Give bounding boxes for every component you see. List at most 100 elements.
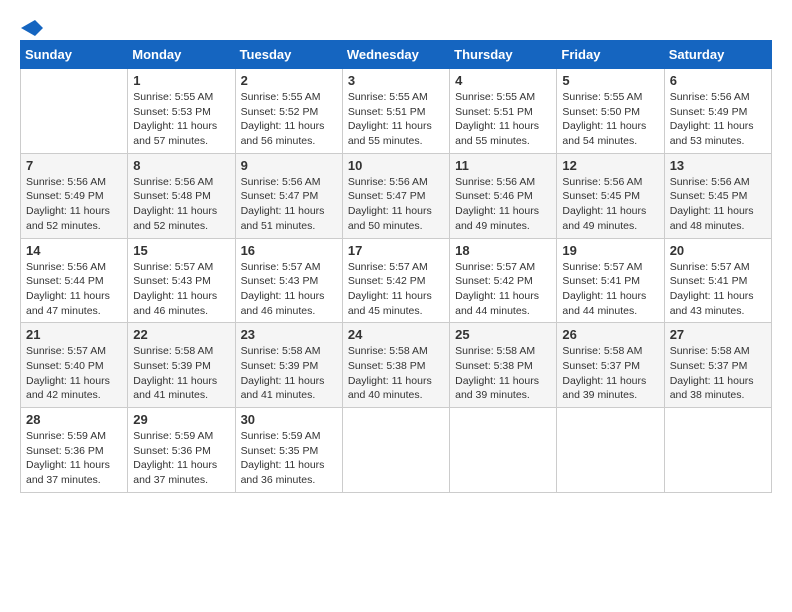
calendar-cell: 24Sunrise: 5:58 AMSunset: 5:38 PMDayligh… — [342, 323, 449, 408]
cell-content: Sunrise: 5:55 AMSunset: 5:52 PMDaylight:… — [241, 90, 337, 149]
cell-content: Sunrise: 5:59 AMSunset: 5:36 PMDaylight:… — [133, 429, 229, 488]
calendar-cell: 23 Sunrise: 5:58 AMSunset: 5:39 PMDayligh… — [235, 323, 342, 408]
cell-content: Sunrise: 5:58 AMSunset: 5:39 PMDaylight:… — [133, 344, 229, 403]
day-number: 30 — [241, 412, 337, 427]
day-number: 28 — [26, 412, 122, 427]
cell-content: Sunrise: 5:56 AMSunset: 5:47 PMDaylight:… — [348, 175, 444, 234]
calendar-cell: 7 Sunrise: 5:56 AMSunset: 5:49 PMDaylight… — [21, 153, 128, 238]
logo — [20, 20, 44, 30]
cell-content: Sunrise: 5:56 AMSunset: 5:49 PMDaylight:… — [670, 90, 766, 149]
calendar-cell: 17 Sunrise: 5:57 AMSunset: 5:42 PMDayligh… — [342, 238, 449, 323]
calendar-table: SundayMondayTuesdayWednesdayThursdayFrid… — [20, 40, 772, 493]
day-number: 27 — [670, 327, 766, 342]
cell-content: Sunrise: 5:57 AMSunset: 5:42 PMDaylight:… — [455, 260, 551, 319]
day-number: 29 — [133, 412, 229, 427]
calendar-cell: 11Sunrise: 5:56 AMSunset: 5:46 PMDayligh… — [450, 153, 557, 238]
day-number: 25 — [455, 327, 551, 342]
calendar-cell: 25 Sunrise: 5:58 AMSunset: 5:38 PMDayligh… — [450, 323, 557, 408]
calendar-cell: 30Sunrise: 5:59 AMSunset: 5:35 PMDayligh… — [235, 408, 342, 493]
day-number: 24 — [348, 327, 444, 342]
cell-content: Sunrise: 5:56 AMSunset: 5:44 PMDaylight:… — [26, 260, 122, 319]
cell-content: Sunrise: 5:55 AMSunset: 5:50 PMDaylight:… — [562, 90, 658, 149]
weekday-header-friday: Friday — [557, 41, 664, 69]
page-header — [20, 20, 772, 30]
day-number: 1 — [133, 73, 229, 88]
day-number: 7 — [26, 158, 122, 173]
day-number: 2 — [241, 73, 337, 88]
day-number: 22 — [133, 327, 229, 342]
calendar-cell: 4 Sunrise: 5:55 AMSunset: 5:51 PMDaylight… — [450, 69, 557, 154]
calendar-cell: 15 Sunrise: 5:57 AMSunset: 5:43 PMDayligh… — [128, 238, 235, 323]
cell-content: Sunrise: 5:59 AMSunset: 5:36 PMDaylight:… — [26, 429, 122, 488]
calendar-cell: 20Sunrise: 5:57 AMSunset: 5:41 PMDayligh… — [664, 238, 771, 323]
cell-content: Sunrise: 5:56 AMSunset: 5:47 PMDaylight:… — [241, 175, 337, 234]
calendar-cell — [664, 408, 771, 493]
day-number: 16 — [241, 243, 337, 258]
calendar-cell: 2 Sunrise: 5:55 AMSunset: 5:52 PMDaylight… — [235, 69, 342, 154]
calendar-cell — [342, 408, 449, 493]
calendar-cell: 10 Sunrise: 5:56 AMSunset: 5:47 PMDayligh… — [342, 153, 449, 238]
day-number: 14 — [26, 243, 122, 258]
cell-content: Sunrise: 5:57 AMSunset: 5:41 PMDaylight:… — [562, 260, 658, 319]
day-number: 26 — [562, 327, 658, 342]
day-number: 17 — [348, 243, 444, 258]
calendar-cell: 16Sunrise: 5:57 AMSunset: 5:43 PMDayligh… — [235, 238, 342, 323]
calendar-week-row: 21Sunrise: 5:57 AMSunset: 5:40 PMDayligh… — [21, 323, 772, 408]
weekday-header-sunday: Sunday — [21, 41, 128, 69]
cell-content: Sunrise: 5:58 AMSunset: 5:38 PMDaylight:… — [455, 344, 551, 403]
calendar-cell: 18 Sunrise: 5:57 AMSunset: 5:42 PMDayligh… — [450, 238, 557, 323]
cell-content: Sunrise: 5:57 AMSunset: 5:40 PMDaylight:… — [26, 344, 122, 403]
day-number: 9 — [241, 158, 337, 173]
calendar-week-row: 14 Sunrise: 5:56 AMSunset: 5:44 PMDayligh… — [21, 238, 772, 323]
cell-content: Sunrise: 5:58 AMSunset: 5:39 PMDaylight:… — [241, 344, 337, 403]
calendar-cell: 26 Sunrise: 5:58 AMSunset: 5:37 PMDayligh… — [557, 323, 664, 408]
calendar-cell: 12Sunrise: 5:56 AMSunset: 5:45 PMDayligh… — [557, 153, 664, 238]
cell-content: Sunrise: 5:55 AMSunset: 5:53 PMDaylight:… — [133, 90, 229, 149]
cell-content: Sunrise: 5:56 AMSunset: 5:48 PMDaylight:… — [133, 175, 229, 234]
calendar-cell: 28 Sunrise: 5:59 AMSunset: 5:36 PMDayligh… — [21, 408, 128, 493]
calendar-cell: 27Sunrise: 5:58 AMSunset: 5:37 PMDayligh… — [664, 323, 771, 408]
day-number: 6 — [670, 73, 766, 88]
cell-content: Sunrise: 5:57 AMSunset: 5:41 PMDaylight:… — [670, 260, 766, 319]
cell-content: Sunrise: 5:55 AMSunset: 5:51 PMDaylight:… — [455, 90, 551, 149]
day-number: 23 — [241, 327, 337, 342]
day-number: 5 — [562, 73, 658, 88]
weekday-header-row: SundayMondayTuesdayWednesdayThursdayFrid… — [21, 41, 772, 69]
day-number: 15 — [133, 243, 229, 258]
cell-content: Sunrise: 5:58 AMSunset: 5:37 PMDaylight:… — [562, 344, 658, 403]
calendar-week-row: 1 Sunrise: 5:55 AMSunset: 5:53 PMDaylight… — [21, 69, 772, 154]
calendar-cell: 29 Sunrise: 5:59 AMSunset: 5:36 PMDayligh… — [128, 408, 235, 493]
cell-content: Sunrise: 5:57 AMSunset: 5:42 PMDaylight:… — [348, 260, 444, 319]
day-number: 19 — [562, 243, 658, 258]
calendar-cell: 8 Sunrise: 5:56 AMSunset: 5:48 PMDaylight… — [128, 153, 235, 238]
day-number: 10 — [348, 158, 444, 173]
calendar-cell: 3 Sunrise: 5:55 AMSunset: 5:51 PMDaylight… — [342, 69, 449, 154]
weekday-header-thursday: Thursday — [450, 41, 557, 69]
calendar-cell: 22 Sunrise: 5:58 AMSunset: 5:39 PMDayligh… — [128, 323, 235, 408]
weekday-header-wednesday: Wednesday — [342, 41, 449, 69]
logo-bird-icon — [21, 20, 43, 36]
cell-content: Sunrise: 5:56 AMSunset: 5:45 PMDaylight:… — [670, 175, 766, 234]
day-number: 12 — [562, 158, 658, 173]
cell-content: Sunrise: 5:55 AMSunset: 5:51 PMDaylight:… — [348, 90, 444, 149]
weekday-header-monday: Monday — [128, 41, 235, 69]
calendar-cell: 19 Sunrise: 5:57 AMSunset: 5:41 PMDayligh… — [557, 238, 664, 323]
calendar-cell: 14 Sunrise: 5:56 AMSunset: 5:44 PMDayligh… — [21, 238, 128, 323]
day-number: 8 — [133, 158, 229, 173]
calendar-cell: 9 Sunrise: 5:56 AMSunset: 5:47 PMDaylight… — [235, 153, 342, 238]
day-number: 3 — [348, 73, 444, 88]
day-number: 11 — [455, 158, 551, 173]
day-number: 4 — [455, 73, 551, 88]
cell-content: Sunrise: 5:57 AMSunset: 5:43 PMDaylight:… — [133, 260, 229, 319]
calendar-cell: 21Sunrise: 5:57 AMSunset: 5:40 PMDayligh… — [21, 323, 128, 408]
calendar-week-row: 28 Sunrise: 5:59 AMSunset: 5:36 PMDayligh… — [21, 408, 772, 493]
day-number: 18 — [455, 243, 551, 258]
weekday-header-tuesday: Tuesday — [235, 41, 342, 69]
calendar-cell: 13 Sunrise: 5:56 AMSunset: 5:45 PMDayligh… — [664, 153, 771, 238]
cell-content: Sunrise: 5:56 AMSunset: 5:49 PMDaylight:… — [26, 175, 122, 234]
calendar-cell — [557, 408, 664, 493]
calendar-cell — [450, 408, 557, 493]
calendar-week-row: 7 Sunrise: 5:56 AMSunset: 5:49 PMDaylight… — [21, 153, 772, 238]
calendar-cell: 6 Sunrise: 5:56 AMSunset: 5:49 PMDaylight… — [664, 69, 771, 154]
day-number: 13 — [670, 158, 766, 173]
